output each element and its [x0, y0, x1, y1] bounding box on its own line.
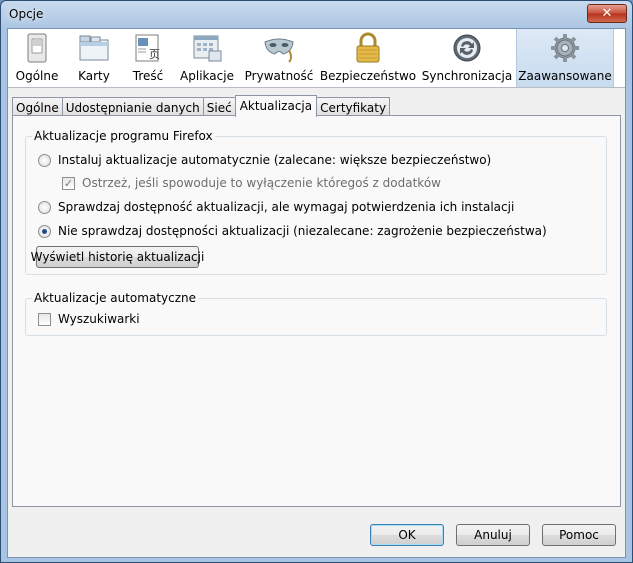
help-button[interactable]: Pomoc	[542, 524, 616, 546]
pane-security[interactable]: Bezpieczeństwo	[318, 29, 418, 87]
checkbox-indicator[interactable]	[38, 312, 51, 326]
show-update-history-button[interactable]: Wyświetl historię aktualizacji	[31, 246, 204, 268]
pane-general[interactable]: Ogólne	[8, 29, 66, 87]
checkbox-warn-addons[interactable]: Ostrzeż, jeśli spowoduje to wyłączenie k…	[62, 176, 441, 190]
radio-label: Sprawdzaj dostępność aktualizacji, ale w…	[58, 200, 515, 214]
radio-never-check[interactable]: Nie sprawdzaj dostępności aktualizacji (…	[38, 224, 547, 238]
pane-sync[interactable]: Synchronizacja	[418, 29, 516, 87]
dialog-client-area: Ogólne Karty 页 Treść Aplikacje Prywatnoś…	[7, 28, 626, 558]
sync-icon	[451, 32, 483, 64]
tab-general[interactable]: Ogólne	[12, 97, 63, 117]
tab-certificates[interactable]: Certyfikaty	[316, 97, 391, 117]
ok-button[interactable]: OK	[370, 524, 444, 546]
tab-network[interactable]: Sieć	[202, 97, 236, 117]
tab-update[interactable]: Aktualizacja	[234, 95, 318, 117]
tabs-icon	[78, 32, 110, 64]
pane-label: Bezpieczeństwo	[319, 69, 417, 83]
cancel-button[interactable]: Anuluj	[456, 524, 530, 546]
tab-data-sharing[interactable]: Udostępnianie danych	[61, 97, 204, 117]
title-bar[interactable]: Opcje ✕	[1, 1, 632, 29]
radio-indicator[interactable]	[38, 153, 51, 167]
pane-label: Zaawansowane	[518, 69, 612, 83]
pane-toolbar: Ogólne Karty 页 Treść Aplikacje Prywatnoś…	[8, 29, 625, 88]
close-button[interactable]: ✕	[587, 4, 627, 23]
firefox-updates-group: Aktualizacje programu Firefox Instaluj a…	[25, 129, 607, 275]
svg-text:页: 页	[149, 48, 160, 61]
pane-label: Aplikacje	[180, 69, 234, 83]
options-window: Opcje ✕ Ogólne Karty 页 Treść Aplikacje P…	[0, 0, 633, 563]
radio-auto-install[interactable]: Instaluj aktualizacje automatycznie (zal…	[38, 153, 491, 167]
window-title: Opcje	[9, 7, 44, 21]
pane-label: Karty	[78, 69, 110, 83]
mask-icon	[263, 32, 295, 64]
switch-icon	[21, 32, 53, 64]
pane-applications[interactable]: Aplikacje	[174, 29, 240, 87]
radio-ask-before-install[interactable]: Sprawdzaj dostępność aktualizacji, ale w…	[38, 200, 514, 214]
content-icon: 页	[132, 32, 164, 64]
radio-indicator[interactable]	[38, 200, 51, 214]
pane-label: Treść	[132, 69, 164, 83]
automatic-updates-legend: Aktualizacje automatyczne	[32, 291, 199, 305]
automatic-updates-group: Aktualizacje automatyczne Wyszukiwarki	[25, 291, 607, 336]
checkbox-label: Ostrzeż, jeśli spowoduje to wyłączenie k…	[82, 176, 441, 190]
pane-advanced[interactable]: Zaawansowane	[516, 29, 614, 87]
pane-label: Synchronizacja	[421, 69, 513, 83]
firefox-updates-legend: Aktualizacje programu Firefox	[32, 129, 215, 143]
pane-privacy[interactable]: Prywatność	[240, 29, 318, 87]
close-icon: ✕	[601, 6, 613, 21]
pane-tabs[interactable]: Karty	[66, 29, 122, 87]
pane-content[interactable]: 页 Treść	[122, 29, 174, 87]
gear-icon	[549, 32, 581, 64]
radio-label: Instaluj aktualizacje automatycznie (zal…	[58, 153, 492, 167]
checkbox-indicator[interactable]	[62, 176, 75, 190]
tab-strip: Ogólne Udostępnianie danych Sieć Aktuali…	[12, 95, 391, 117]
radio-indicator[interactable]	[38, 224, 51, 238]
pane-label: Ogólne	[15, 69, 59, 83]
pane-label: Prywatność	[244, 69, 314, 83]
applications-icon	[191, 32, 223, 64]
checkbox-label: Wyszukiwarki	[58, 312, 140, 326]
padlock-icon	[352, 32, 384, 64]
radio-label: Nie sprawdzaj dostępności aktualizacji (…	[58, 224, 547, 238]
update-tab-panel: Aktualizacje programu Firefox Instaluj a…	[12, 115, 621, 507]
checkbox-search-engines[interactable]: Wyszukiwarki	[38, 312, 140, 326]
